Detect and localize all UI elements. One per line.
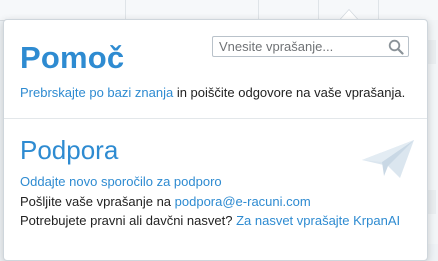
toolbar-separator	[318, 0, 319, 20]
search-icon[interactable]	[388, 39, 404, 55]
support-title: Podpora	[20, 135, 119, 165]
background-bar	[428, 40, 436, 64]
support-line-legal: Potrebujete pravni ali davčni nasvet? Za…	[20, 213, 400, 228]
help-intro: Prebrskajte po bazi znanja in poiščite o…	[20, 85, 405, 100]
intro-text: in poiščite odgovore na vaše vprašanja.	[173, 85, 406, 100]
knowledge-base-link[interactable]: Prebrskajte po bazi znanja	[20, 85, 173, 100]
new-support-report-link[interactable]: Oddajte novo sporočilo za podporo	[20, 174, 222, 189]
toolbar-separator	[258, 0, 259, 20]
legal-text: Potrebujete pravni ali davčni nasvet?	[20, 213, 237, 228]
section-divider	[4, 118, 427, 119]
background-bar	[428, 190, 436, 214]
krpanai-link[interactable]: Za nasvet vprašajte KrpanAI	[236, 213, 400, 228]
search-input[interactable]	[213, 37, 391, 56]
background-toolbar	[0, 0, 438, 21]
paper-plane-icon	[362, 140, 414, 178]
email-prefix: Pošljite vaše vprašanje na	[20, 194, 175, 209]
help-title: Pomoč	[20, 40, 125, 75]
support-line-new-report: Oddajte novo sporočilo za podporo	[20, 174, 222, 189]
toolbar-separator	[378, 0, 379, 20]
support-line-email: Pošljite vaše vprašanje na podpora@e-rac…	[20, 194, 311, 209]
search-box[interactable]	[212, 36, 409, 57]
help-popup: Pomoč Prebrskajte po bazi znanja in poiš…	[3, 19, 428, 261]
support-email-link[interactable]: podpora@e-racuni.com	[175, 194, 311, 209]
toolbar-separator	[125, 0, 126, 20]
